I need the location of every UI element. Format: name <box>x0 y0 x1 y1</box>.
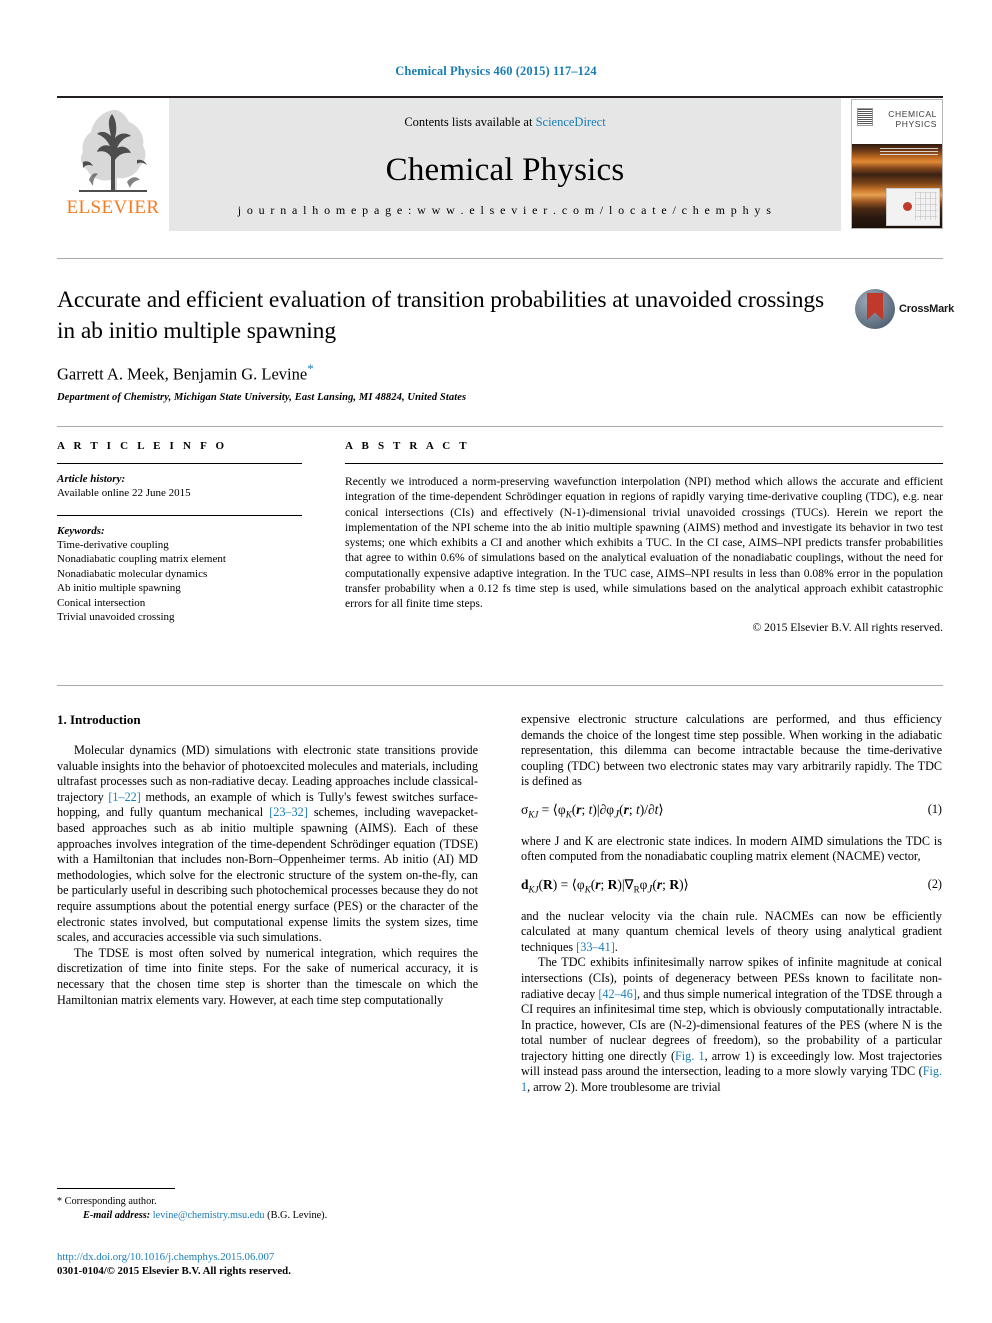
email-link[interactable]: levine@chemistry.msu.edu <box>153 1210 265 1221</box>
equation-1-number: (1) <box>927 801 942 816</box>
cover-subtitle-lines <box>880 148 938 157</box>
citation-link[interactable]: [1–22] <box>108 790 141 804</box>
abstract-heading: A B S T R A C T <box>345 440 470 452</box>
citation-link[interactable]: [33–41] <box>576 940 615 954</box>
keywords-label: Keywords: <box>57 524 105 537</box>
info-divider <box>57 426 943 427</box>
page-title: Accurate and efficient evaluation of tra… <box>57 287 825 344</box>
paragraph-text: where J and K are electronic state indic… <box>521 833 942 864</box>
list-item: Nonadiabatic molecular dynamics <box>57 567 208 580</box>
corresponding-author-marker: * <box>307 361 314 376</box>
list-item: Nonadiabatic coupling matrix element <box>57 553 226 566</box>
journal-masthead: ELSEVIER Contents lists available at Sci… <box>57 96 943 234</box>
affiliation: Department of Chemistry, Michigan State … <box>57 391 467 403</box>
doi-link[interactable]: http://dx.doi.org/10.1016/j.chemphys.201… <box>57 1250 517 1264</box>
abstract-text: Recently we introduced a norm-preserving… <box>345 475 943 611</box>
issn-copyright-line: 0301-0104/© 2015 Elsevier B.V. All right… <box>57 1265 291 1277</box>
email-label: E-mail address: <box>83 1210 151 1221</box>
abstract-copyright: © 2015 Elsevier B.V. All rights reserved… <box>752 620 943 634</box>
body-divider <box>57 685 943 686</box>
cover-inset-figure <box>886 188 940 226</box>
paragraph: and the nuclear velocity via the chain r… <box>521 909 942 956</box>
article-info-column: A R T I C L E I N F O Article history: A… <box>57 440 302 634</box>
info-abstract-row: A R T I C L E I N F O Article history: A… <box>57 440 943 634</box>
email-note: E-mail address: levine@chemistry.msu.edu… <box>57 1209 478 1223</box>
title-divider <box>57 258 943 259</box>
equation-1: σKJ = ⟨φK(r; t)|∂φJ(r; t)/∂t⟩ (1) <box>521 802 942 821</box>
citation-link[interactable]: [23–32] <box>269 805 308 819</box>
article-history-value: Available online 22 June 2015 <box>57 487 191 499</box>
footnote-rule <box>57 1188 175 1189</box>
paragraph: The TDC exhibits infinitesimally narrow … <box>521 955 942 1095</box>
footnote-star-icon: * <box>57 1196 62 1207</box>
running-head: Chemical Physics 460 (2015) 117–124 <box>395 64 597 78</box>
cover-artwork <box>852 144 942 228</box>
list-item: Conical intersection <box>57 596 146 609</box>
contents-prefix: Contents lists available at <box>404 115 536 129</box>
footnote-block: * Corresponding author. E-mail address: … <box>57 1188 478 1223</box>
paragraph-text: . <box>614 939 618 954</box>
keywords-list: Time-derivative coupling Nonadiabatic co… <box>57 538 302 626</box>
email-owner: (B.G. Levine). <box>267 1210 328 1221</box>
body-column-left: 1. Introduction Molecular dynamics (MD) … <box>57 712 478 1096</box>
equation-2-number: (2) <box>927 876 942 891</box>
cover-inset-grid-icon <box>915 192 937 220</box>
body-column-right: expensive electronic structure calculati… <box>521 712 942 1096</box>
citation-link[interactable]: [42–46] <box>598 987 637 1001</box>
list-item: Trivial unavoided crossing <box>57 611 175 624</box>
article-info-heading: A R T I C L E I N F O <box>57 440 228 452</box>
cover-title-line2: PHYSICS <box>895 119 937 129</box>
equation-2-body: dKJ(R) = ⟨φK(r; R)|∇RφJ(r; R)⟩ <box>521 876 689 896</box>
journal-homepage-line[interactable]: j o u r n a l h o m e p a g e : w w w . … <box>169 203 841 218</box>
abstract-rule <box>345 463 943 464</box>
abstract-column: A B S T R A C T Recently we introduced a… <box>345 440 943 634</box>
elsevier-tree-icon <box>79 109 147 192</box>
elsevier-wordmark: ELSEVIER <box>66 197 160 218</box>
crossmark-label: CrossMark <box>899 303 955 315</box>
contents-available-line: Contents lists available at ScienceDirec… <box>169 98 841 130</box>
author-list: Garrett A. Meek, Benjamin G. Levine* <box>57 361 943 385</box>
corresponding-author-note: * Corresponding author. <box>57 1195 478 1209</box>
paragraph: Molecular dynamics (MD) simulations with… <box>57 743 478 946</box>
paragraph: The TDSE is most often solved by numeric… <box>57 946 478 1008</box>
elsevier-logo: ELSEVIER <box>57 98 169 231</box>
paragraph-text: , arrow 2). More troublesome are trivial <box>527 1080 721 1095</box>
paragraph: expensive electronic structure calculati… <box>521 712 942 790</box>
cover-elsevier-icon <box>857 108 873 126</box>
journal-title: Chemical Physics <box>385 152 625 188</box>
paper-page: Chemical Physics 460 (2015) 117–124 ELSE… <box>0 0 992 1323</box>
article-history-label: Article history: <box>57 473 126 485</box>
crossmark-icon <box>855 289 895 329</box>
list-item: Time-derivative coupling <box>57 538 169 551</box>
keywords-rule <box>57 514 302 516</box>
paragraph-text: schemes, including wavepacket-based appr… <box>57 805 478 945</box>
cover-inset-dot-icon <box>903 202 912 211</box>
page-footer: http://dx.doi.org/10.1016/j.chemphys.201… <box>57 1250 517 1278</box>
article-info-rule <box>57 463 302 464</box>
sciencedirect-link[interactable]: ScienceDirect <box>536 115 606 129</box>
paragraph: where J and K are electronic state indic… <box>521 834 942 865</box>
body-columns: 1. Introduction Molecular dynamics (MD) … <box>57 712 943 1096</box>
list-item: Ab initio multiple spawning <box>57 582 181 595</box>
corresponding-author-label: Corresponding author. <box>64 1196 157 1207</box>
paragraph-text: The TDSE is most often solved by numeric… <box>57 945 478 1007</box>
crossmark-badge[interactable]: CrossMark <box>855 288 954 330</box>
section-heading-introduction: 1. Introduction <box>57 712 141 727</box>
citation-link[interactable]: Fig. 1 <box>675 1049 705 1063</box>
paragraph-text: expensive electronic structure calculati… <box>521 712 942 789</box>
equation-1-body: σKJ = ⟨φK(r; t)|∂φJ(r; t)/∂t⟩ <box>521 801 664 821</box>
equation-2: dKJ(R) = ⟨φK(r; R)|∇RφJ(r; R)⟩ (2) <box>521 877 942 896</box>
journal-cover-thumbnail: CHEMICAL PHYSICS <box>851 99 943 229</box>
title-block: CrossMark Accurate and efficient evaluat… <box>57 285 954 403</box>
author-names: Garrett A. Meek, Benjamin G. Levine <box>57 364 308 384</box>
cover-title-line1: CHEMICAL <box>888 109 937 119</box>
masthead-center: Contents lists available at ScienceDirec… <box>169 98 841 231</box>
